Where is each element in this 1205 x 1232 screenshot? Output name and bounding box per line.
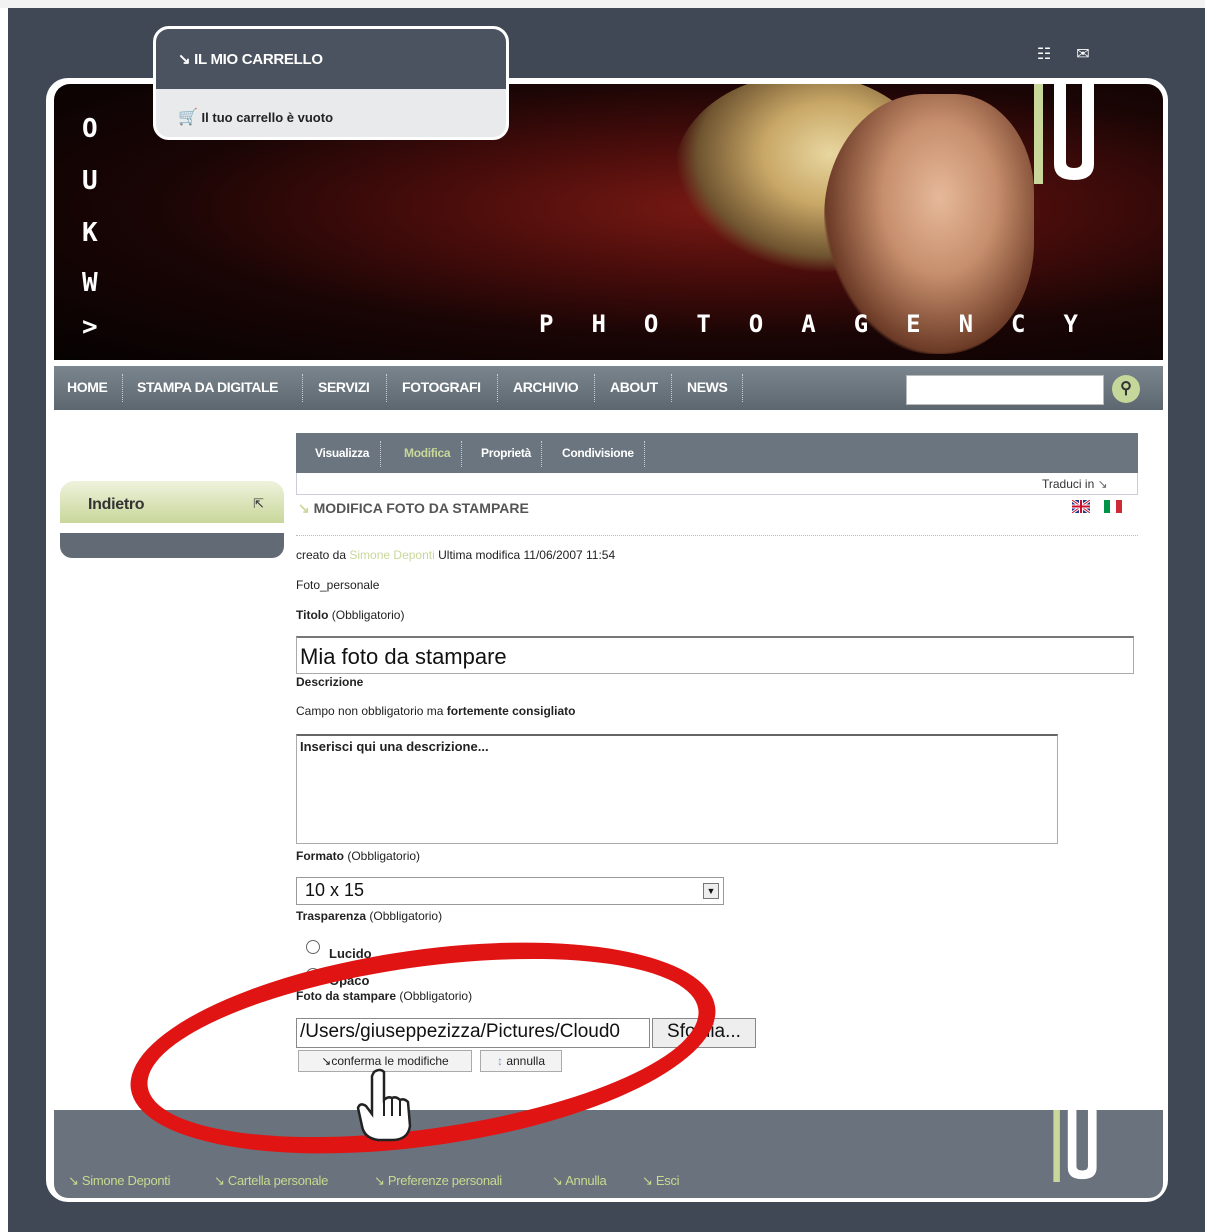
footer-logo-icon — [1053, 1110, 1097, 1182]
content-tabs: Visualizza Modifica Proprietà Condivisio… — [296, 433, 1138, 473]
object-type: Foto_personale — [296, 578, 380, 592]
footer-link-label: Simone Deponti — [81, 1173, 171, 1188]
arrow-icon: ↘ — [374, 1173, 388, 1188]
tab-condivisione[interactable]: Condivisione — [562, 446, 634, 460]
back-portlet[interactable]: Indietro ⇱ — [60, 481, 284, 523]
byline-prefix: creato da — [296, 548, 347, 562]
tab-proprieta[interactable]: Proprietà — [481, 446, 531, 460]
nav-item-servizi[interactable]: SERVIZI — [318, 379, 370, 395]
tab-visualizza[interactable]: Visualizza — [315, 446, 369, 460]
format-select[interactable]: 10 x 15 ▼ — [296, 877, 724, 905]
nav-item-news[interactable]: NEWS — [687, 379, 728, 395]
format-select-value: 10 x 15 — [305, 880, 365, 900]
translate-arrow-icon: ↘ — [1097, 477, 1108, 491]
last-modified-date: 11/06/2007 11:54 — [523, 548, 616, 562]
page-title-text: MODIFICA FOTO DA STAMPARE — [313, 500, 529, 516]
brand-name: PHOTOAGENCY — [539, 310, 1116, 338]
tab-separator — [380, 441, 381, 467]
banner-letter: K — [82, 218, 98, 248]
footer-link-logout[interactable]: ↘ Esci — [642, 1173, 680, 1189]
search-input[interactable] — [906, 375, 1104, 405]
hand-pointer-icon — [356, 1068, 412, 1142]
sitemap-icon[interactable]: ☷ — [1034, 46, 1054, 64]
formato-label-text: Formato — [296, 849, 344, 863]
tab-content-strip — [296, 473, 1138, 495]
trasparenza-label-text: Trasparenza — [296, 909, 367, 923]
description-help-bold: fortemente consigliato — [446, 704, 576, 718]
tab-separator — [644, 441, 645, 467]
nav-separator — [594, 374, 595, 402]
nav-item-about[interactable]: ABOUT — [610, 379, 658, 395]
trasparenza-label: Trasparenza (Obbligatorio) — [296, 909, 442, 923]
footer-link-label: Annulla — [565, 1173, 607, 1188]
cart-title[interactable]: ↘ IL MIO CARRELLO — [178, 50, 323, 68]
tab-modifica[interactable]: Modifica — [404, 446, 451, 460]
back-arrow-icon[interactable]: ⇱ — [253, 496, 264, 512]
page-title: ↘ MODIFICA FOTO DA STAMPARE — [298, 500, 529, 517]
back-label[interactable]: Indietro — [88, 496, 145, 514]
byline: creato da Simone Deponti Ultima modifica… — [296, 548, 615, 562]
nav-item-home[interactable]: HOME — [67, 379, 108, 395]
banner-letter: W — [82, 268, 98, 298]
footer-link-cancel[interactable]: ↘ Annulla — [552, 1173, 607, 1189]
arrow-icon: ↘ — [178, 51, 195, 68]
footer-link-user[interactable]: ↘ Simone Deponti — [68, 1173, 171, 1189]
nav-separator — [671, 374, 672, 402]
empty-cart-icon: 🛒 — [178, 109, 198, 126]
nav-item-archivio[interactable]: ARCHIVIO — [513, 379, 579, 395]
nav-separator — [302, 374, 303, 402]
arrow-icon: ↘ — [642, 1173, 656, 1188]
description-textarea[interactable]: Inserisci qui una descrizione... — [296, 734, 1058, 844]
cart-empty-text: Il tuo carrello è vuoto — [201, 110, 334, 125]
radio-lucido[interactable] — [306, 940, 320, 954]
banner-letter: > — [82, 312, 98, 342]
arrow-icon: ↘ — [68, 1173, 82, 1188]
title-divider — [296, 535, 1138, 536]
title-input[interactable]: Mia foto da stampare — [296, 636, 1134, 674]
titolo-label-text: Titolo — [296, 608, 329, 622]
translate-menu[interactable]: Traduci in ↘ — [1042, 477, 1108, 491]
banner-letter: O — [82, 114, 98, 144]
footer-link-label: Esci — [655, 1173, 680, 1188]
translate-label[interactable]: Traduci in — [1042, 477, 1094, 491]
nav-item-fotografi[interactable]: FOTOGRAFI — [402, 379, 481, 395]
titolo-label: Titolo (Obbligatorio) — [296, 608, 404, 622]
title-arrow-icon: ↘ — [298, 500, 314, 516]
search-icon[interactable]: ⚲ — [1112, 375, 1140, 403]
mail-icon[interactable]: ✉ — [1073, 46, 1093, 64]
chevron-down-icon[interactable]: ▼ — [703, 883, 719, 899]
description-help-text: Campo non obbligatorio ma — [296, 704, 444, 718]
nav-separator — [742, 374, 743, 402]
required-note: (Obbligatorio) — [347, 849, 421, 863]
sidebar-footer-bar — [60, 533, 284, 558]
nav-separator — [122, 374, 123, 402]
browser-toolbar-strip — [0, 0, 1205, 8]
uk-flag-icon[interactable] — [1072, 500, 1090, 513]
description-help: Campo non obbligatorio ma fortemente con… — [296, 704, 575, 718]
descrizione-label: Descrizione — [296, 675, 364, 689]
cart-title-text: IL MIO CARRELLO — [194, 51, 323, 68]
required-note: (Obbligatorio) — [369, 909, 443, 923]
last-modified-label: Ultima modifica — [438, 548, 521, 562]
tab-separator — [541, 441, 542, 467]
author-link[interactable]: Simone Deponti — [349, 548, 434, 562]
footer-link-preferences[interactable]: ↘ Preferenze personali — [374, 1173, 502, 1189]
nav-item-stampa[interactable]: STAMPA DA DIGITALE — [137, 379, 278, 395]
footer-link-label: Preferenze personali — [387, 1173, 502, 1188]
arrow-icon: ↘ — [214, 1173, 228, 1188]
footer-link-label: Cartella personale — [227, 1173, 329, 1188]
cart-status: 🛒 Il tuo carrello è vuoto — [178, 107, 333, 127]
footer-link-folder[interactable]: ↘ Cartella personale — [214, 1173, 328, 1189]
cart-panel[interactable]: ↘ IL MIO CARRELLO 🛒 Il tuo carrello è vu… — [153, 26, 509, 140]
brand-logo-icon — [1034, 84, 1094, 184]
italy-flag-icon[interactable] — [1104, 500, 1122, 513]
cart-header[interactable]: ↘ IL MIO CARRELLO — [156, 29, 506, 89]
arrow-icon: ↘ — [552, 1173, 566, 1188]
required-note: (Obbligatorio) — [331, 608, 405, 622]
banner-letter: U — [82, 166, 98, 196]
nav-separator — [386, 374, 387, 402]
nav-separator — [497, 374, 498, 402]
tab-separator — [461, 441, 462, 467]
formato-label: Formato (Obbligatorio) — [296, 849, 420, 863]
